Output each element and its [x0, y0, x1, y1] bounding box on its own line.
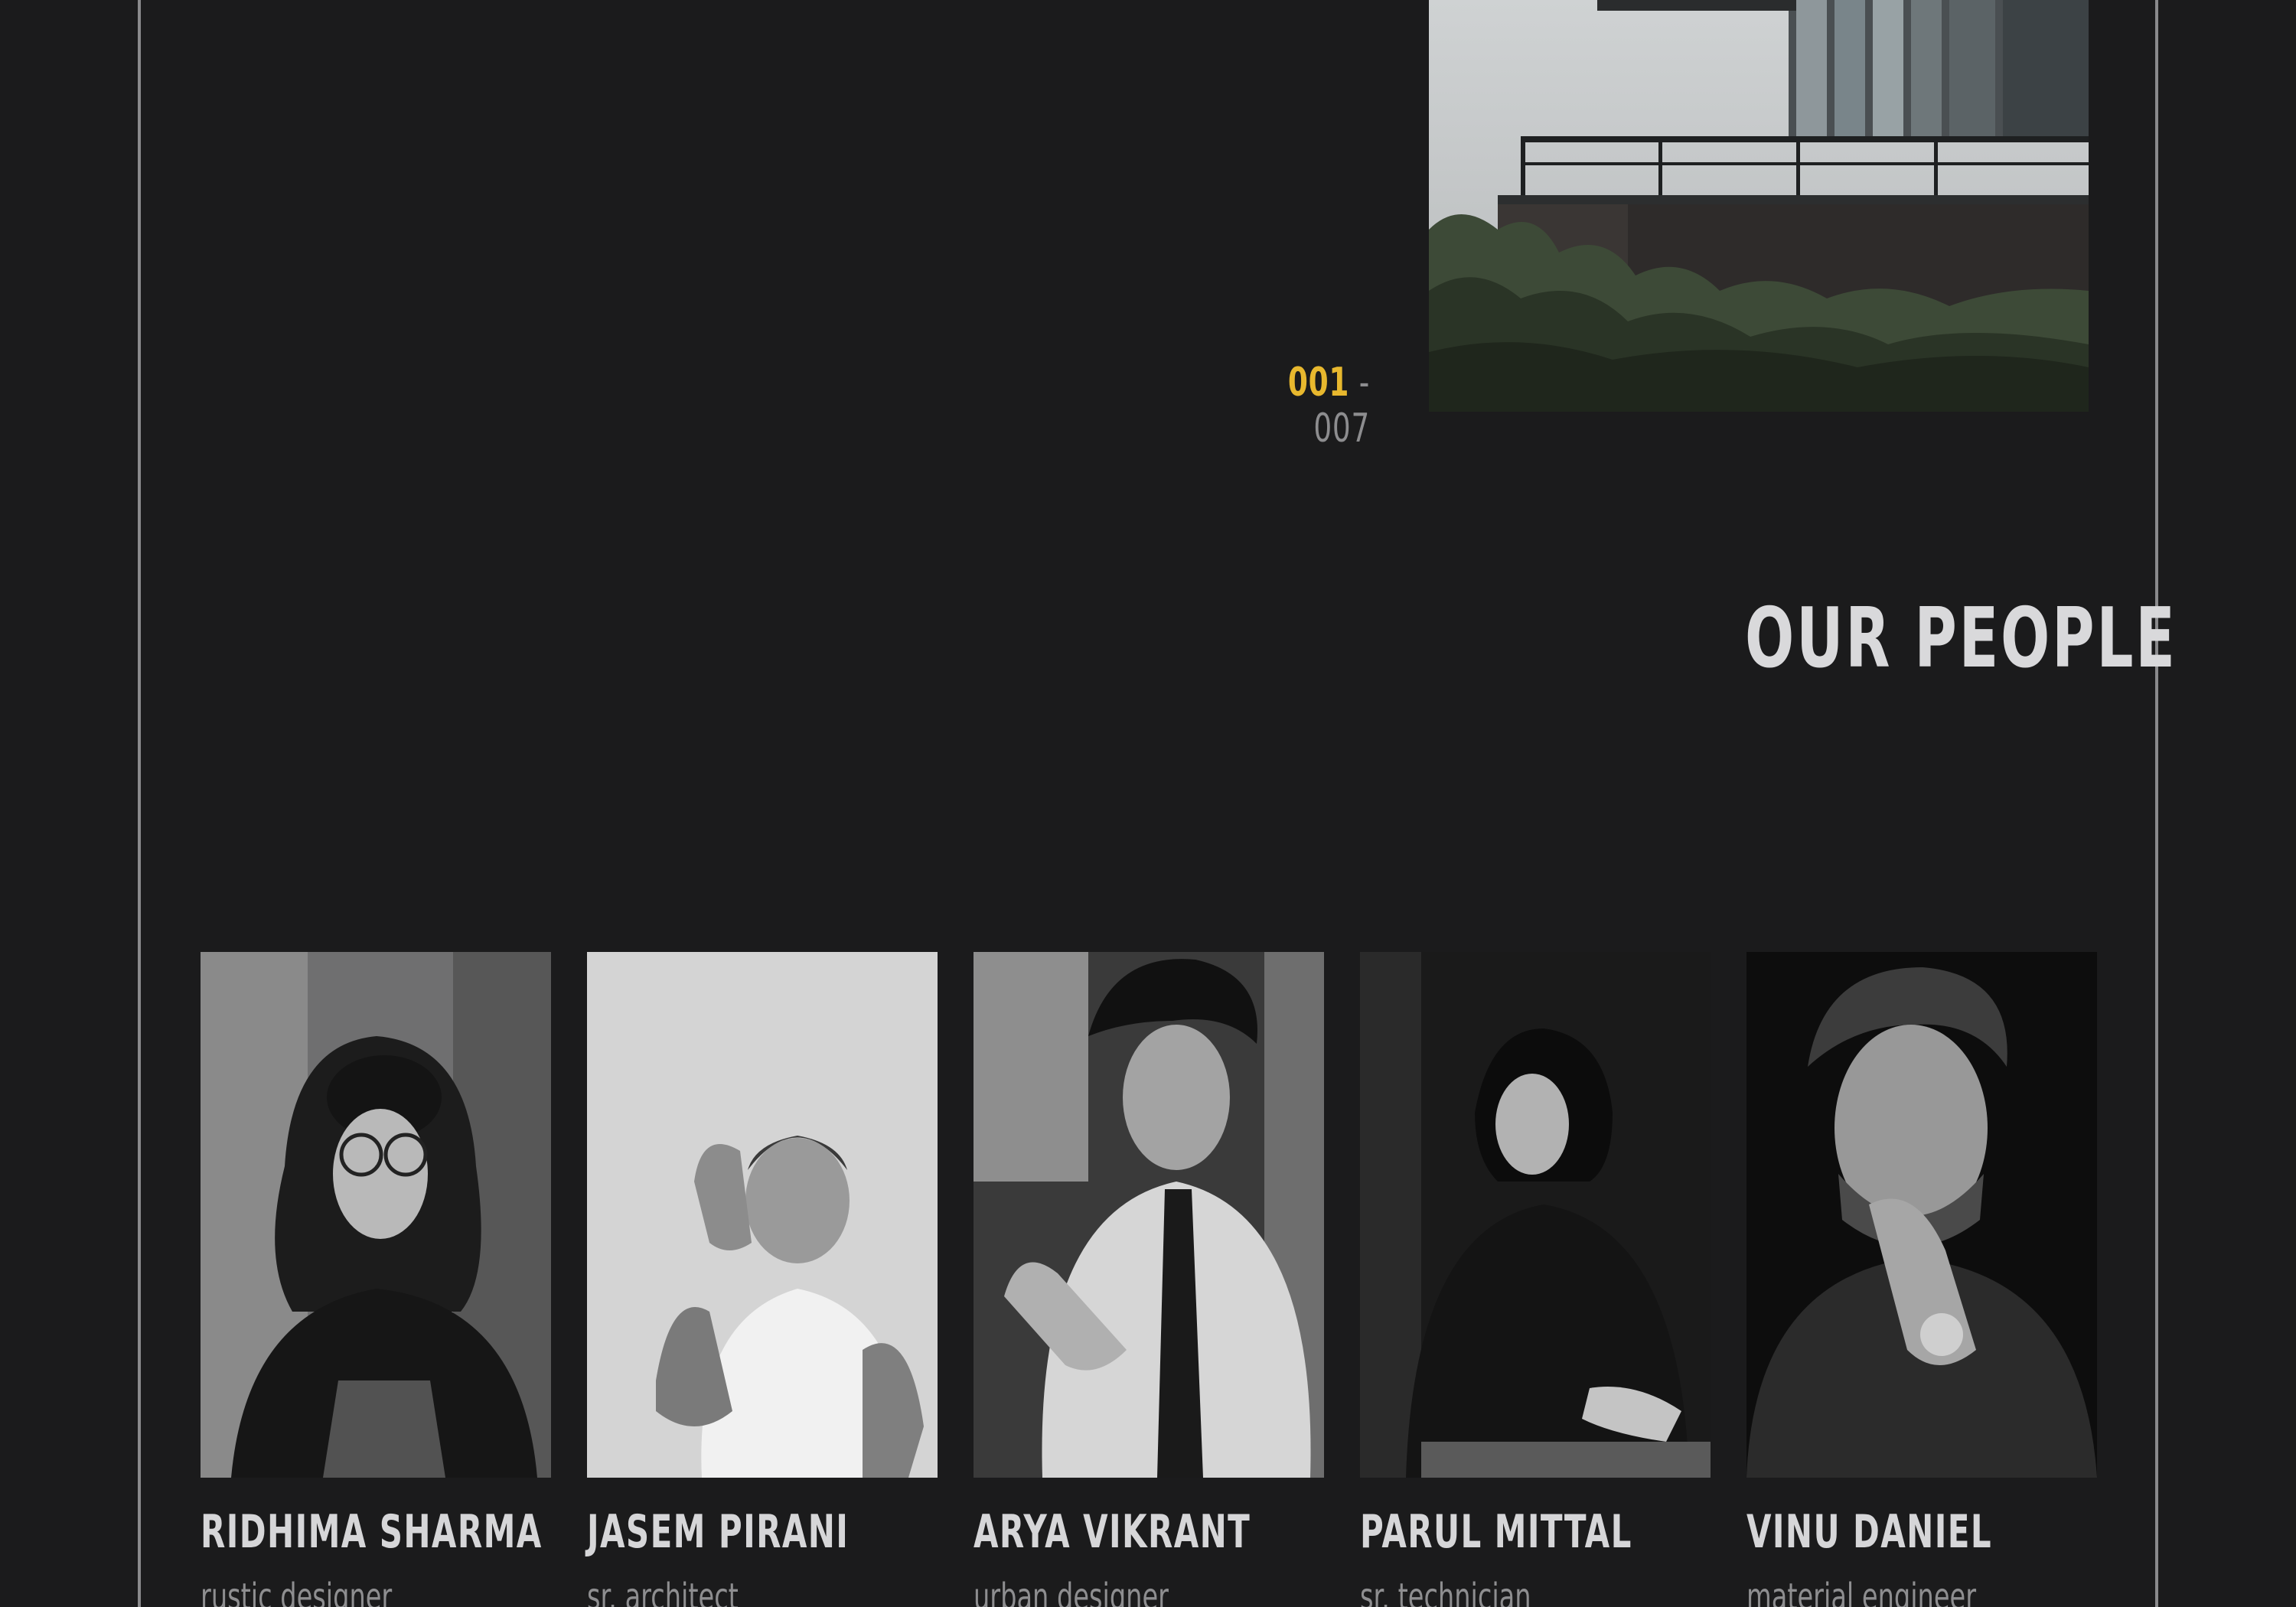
person-role: urban designer	[974, 1576, 1169, 1607]
person-name: VINU DANIEL	[1746, 1505, 1993, 1559]
person-card[interactable]: VINU DANIEL material engineer	[1746, 952, 2097, 1607]
building-photo	[1429, 0, 2089, 412]
portrait-photo	[1746, 952, 2097, 1478]
portrait-photo	[1360, 952, 1711, 1478]
person-card[interactable]: JASEM PIRANI sr. architect	[587, 952, 938, 1607]
person-role: material engineer	[1746, 1576, 1977, 1607]
person-role: rustic designer	[201, 1576, 393, 1607]
portrait-photo	[201, 952, 551, 1478]
person-name: PARUL MITTAL	[1360, 1505, 1632, 1559]
slide-counter-separator: -	[1358, 360, 1370, 406]
person-portrait[interactable]	[1360, 952, 1711, 1478]
slide-counter-total: 007	[1313, 406, 1370, 451]
person-card[interactable]: PARUL MITTAL sr. technician	[1360, 952, 1711, 1607]
person-role: sr. technician	[1360, 1576, 1531, 1607]
person-name: ARYA VIKRANT	[974, 1505, 1251, 1559]
person-name: RIDHIMA SHARMA	[201, 1505, 543, 1559]
person-portrait[interactable]	[974, 952, 1324, 1478]
portrait-photo	[974, 952, 1324, 1478]
section-title: OUR PEOPLE	[1745, 591, 2177, 686]
portrait-photo	[587, 952, 938, 1478]
slide-counter: 001 - 007	[1254, 360, 1370, 451]
person-portrait[interactable]	[201, 952, 551, 1478]
page: 001 - 007 OUR PEOPLE RIDHIMA SHARMA rust…	[0, 0, 2296, 1607]
person-card[interactable]: RIDHIMA SHARMA rustic designer	[201, 952, 551, 1607]
frame-border-left	[138, 0, 141, 1607]
person-role: sr. architect	[587, 1576, 739, 1607]
slide-counter-current: 001	[1287, 360, 1350, 406]
project-image[interactable]	[1429, 0, 2089, 412]
person-portrait[interactable]	[587, 952, 938, 1478]
person-portrait[interactable]	[1746, 952, 2097, 1478]
frame-border-right	[2155, 0, 2158, 1607]
people-grid: RIDHIMA SHARMA rustic designer JASEM PIR…	[201, 952, 2097, 1607]
person-name: JASEM PIRANI	[587, 1505, 850, 1559]
person-card[interactable]: ARYA VIKRANT urban designer	[974, 952, 1324, 1607]
